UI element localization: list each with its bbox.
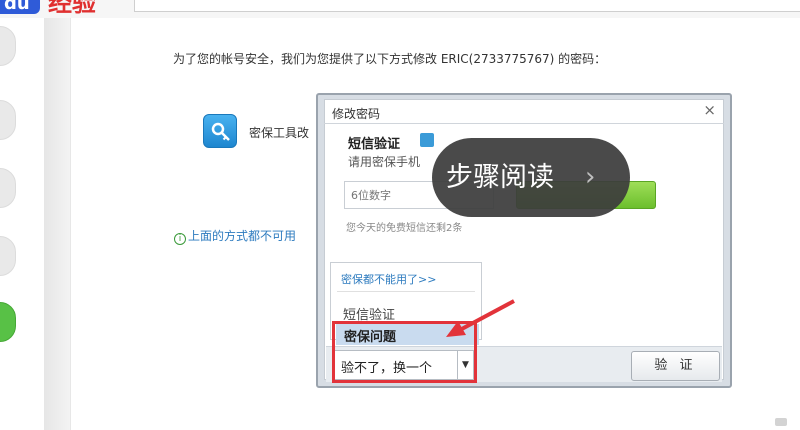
scroll-thumb[interactable] xyxy=(775,418,787,426)
sidebar-step-button-1[interactable] xyxy=(0,26,16,66)
step-read-tooltip[interactable]: 步骤阅读 › xyxy=(432,138,630,217)
search-input[interactable] xyxy=(134,0,800,12)
sms-quota-text: 您今天的免费短信还剩2条 xyxy=(346,223,463,234)
sidebar-step-button-2[interactable] xyxy=(0,100,16,140)
sidebar-shadow xyxy=(44,18,70,430)
option-divider xyxy=(337,291,475,292)
chevron-right-icon: › xyxy=(585,162,596,192)
phone-icon xyxy=(420,133,434,147)
dialog-title-divider xyxy=(324,123,724,124)
arrow-pointer-icon xyxy=(446,299,515,337)
verify-button[interactable]: 验 证 xyxy=(631,351,720,381)
key-tool-label[interactable]: 密保工具改 xyxy=(249,124,309,141)
left-sidebar xyxy=(0,18,46,430)
unavailable-methods-link[interactable]: i 上面的方式都不可用 xyxy=(174,227,296,245)
security-notice: 为了您的帐号安全，我们为您提供了以下方式修改 ERIC(2733775767) … xyxy=(173,52,607,66)
info-line-text: 上面的方式都不可用 xyxy=(188,229,297,243)
info-icon: i xyxy=(174,233,186,245)
sidebar-step-button-4[interactable] xyxy=(0,236,16,276)
sidebar-step-button-3[interactable] xyxy=(0,168,16,208)
jingyan-logo-text: 经验 xyxy=(48,0,96,17)
browser-top-bar: du 经验 xyxy=(0,0,800,18)
key-tool-tile[interactable] xyxy=(203,114,237,148)
baidu-logo-badge: du xyxy=(0,0,40,14)
sms-verify-description: 请用密保手机 xyxy=(348,155,421,169)
sidebar-step-button-active[interactable] xyxy=(0,302,16,342)
option-unavailable-link[interactable]: 密保都不能用了>> xyxy=(341,271,436,287)
key-icon xyxy=(211,122,230,141)
close-icon[interactable]: × xyxy=(703,101,716,119)
sms-verify-heading: 短信验证 xyxy=(348,137,401,152)
dialog-title: 修改密码 xyxy=(332,107,381,121)
step-read-label: 步骤阅读 xyxy=(446,162,554,193)
